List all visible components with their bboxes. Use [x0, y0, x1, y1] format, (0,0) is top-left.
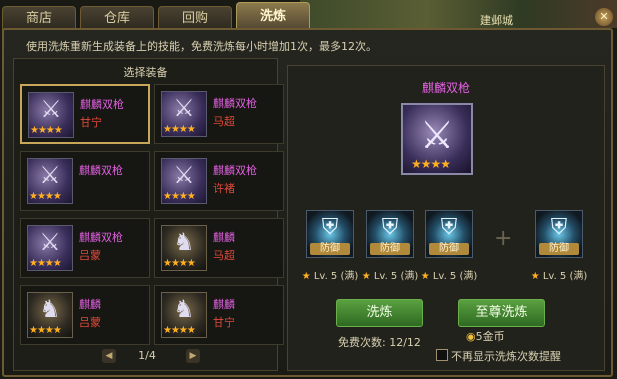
equipment-owner: 马超: [213, 249, 235, 262]
armored-warrior-icon: ♞ ★★★★: [161, 225, 207, 271]
close-icon[interactable]: ✕: [595, 8, 613, 26]
skill-level: ★ Lv. 5 (满): [301, 271, 359, 282]
skill-label: 防御: [429, 243, 469, 255]
armored-warrior-icon: ♞ ★★★★: [161, 292, 207, 338]
shield-icon[interactable]: ⛨ 防御: [306, 210, 354, 258]
next-page-button[interactable]: ▶: [186, 349, 200, 363]
equipment-owner: 吕蒙: [79, 249, 101, 262]
equipment-name: 麒麟双枪: [79, 164, 123, 177]
skill-label: 防御: [310, 243, 350, 255]
prev-page-button[interactable]: ◀: [102, 349, 116, 363]
no-remind-label: 不再显示洗炼次数提醒: [451, 350, 561, 363]
no-remind-option: 不再显示洗炼次数提醒: [436, 348, 561, 364]
star-icon: ★: [530, 271, 540, 282]
twin-spear-icon: ⚔ ★★★★: [161, 158, 207, 204]
twin-spear-icon: ⚔ ★★★★: [27, 225, 73, 271]
star-icon: ★: [301, 271, 311, 282]
shield-icon[interactable]: ⛨ 防御: [425, 210, 473, 258]
star-rating: ★★★★: [30, 125, 63, 136]
equipment-slot[interactable]: ⚔ ★★★★ 麒麟双枪: [20, 151, 150, 211]
gold-cost: ◉5金币: [466, 330, 505, 343]
shield-icon[interactable]: ⛨ 防御: [366, 210, 414, 258]
star-rating: ★★★★: [163, 258, 196, 269]
star-rating: ★★★★: [163, 124, 196, 135]
armored-warrior-icon: ♞ ★★★★: [27, 292, 73, 338]
equipment-name: 麒麟双枪: [80, 98, 124, 111]
equipment-select-title: 选择装备: [123, 66, 168, 79]
refine-detail-panel: 麒麟双枪 ⚔ ★★★★ ⛨ 防御 ⛨ 防御 ⛨ 防御 + ⛨ 防御 ★ Lv. …: [287, 65, 605, 371]
equipment-slot[interactable]: ♞ ★★★★ 麒麟 马超: [154, 218, 284, 278]
plus-icon: +: [494, 226, 513, 251]
map-town-label: 建邺城: [480, 14, 513, 27]
equipment-slot[interactable]: ⚔ ★★★★ 麒麟双枪 许褚: [154, 151, 284, 211]
equipment-name: 麒麟双枪: [79, 231, 123, 244]
tab-refine[interactable]: 洗炼: [236, 2, 310, 31]
twin-spear-icon: ⚔ ★★★★: [28, 92, 74, 138]
twin-spear-icon: ⚔ ★★★★: [27, 158, 73, 204]
equipment-select-panel: 选择装备 ⚔ ★★★★ 麒麟双枪 甘宁 ⚔ ★★★★ 麒麟双枪 马超 ⚔ ★★★★ 麒…: [13, 58, 284, 371]
equipment-slot[interactable]: ⚔ ★★★★ 麒麟双枪 甘宁: [20, 84, 150, 144]
gold-ingot-icon: ◉: [466, 330, 476, 343]
shield-icon[interactable]: ⛨ 防御: [535, 210, 583, 258]
equipment-name: 麒麟: [213, 231, 235, 244]
selected-equipment-name: 麒麟双枪: [421, 81, 470, 95]
equipment-name: 麒麟: [79, 298, 101, 311]
skill-level: ★ Lv. 5 (满): [530, 271, 588, 282]
equipment-owner: 吕蒙: [79, 316, 101, 329]
star-icon: ★: [420, 271, 430, 282]
twin-spear-icon: ⚔ ★★★★: [161, 91, 207, 137]
skill-label: 防御: [370, 243, 410, 255]
equipment-owner: 甘宁: [213, 316, 235, 329]
equipment-slot[interactable]: ⚔ ★★★★ 麒麟双枪 吕蒙: [20, 218, 150, 278]
page-indicator: 1/4: [138, 349, 156, 362]
skill-level: ★ Lv. 5 (满): [420, 271, 478, 282]
refine-info-text: 使用洗炼重新生成装备上的技能，免费洗炼每小时增加1次，最多12次。: [26, 40, 377, 53]
star-rating: ★★★★: [411, 157, 451, 171]
shop-tabs: 商店 仓库 回购 洗炼: [2, 2, 310, 31]
equipment-slot[interactable]: ⚔ ★★★★ 麒麟双枪 马超: [154, 84, 284, 144]
equipment-name: 麒麟: [213, 298, 235, 311]
refine-button[interactable]: 洗炼: [336, 299, 423, 327]
twin-spear-icon: ⚔ ★★★★: [401, 103, 473, 175]
equipment-owner: 许褚: [213, 182, 235, 195]
star-rating: ★★★★: [29, 191, 62, 202]
skill-level: ★ Lv. 5 (满): [361, 271, 419, 282]
equipment-owner: 马超: [213, 115, 235, 128]
world-map-background: 建邺城 ✕: [300, 0, 617, 28]
no-remind-checkbox[interactable]: [436, 349, 448, 361]
equipment-owner: 甘宁: [80, 116, 102, 129]
equipment-slot[interactable]: ♞ ★★★★ 麒麟 吕蒙: [20, 285, 150, 345]
star-rating: ★★★★: [29, 258, 62, 269]
free-refine-count: 免费次数: 12/12: [338, 336, 421, 349]
supreme-refine-button[interactable]: 至尊洗炼: [458, 299, 545, 327]
star-rating: ★★★★: [163, 325, 196, 336]
equipment-name: 麒麟双枪: [213, 164, 257, 177]
star-rating: ★★★★: [29, 325, 62, 336]
star-icon: ★: [361, 271, 371, 282]
star-rating: ★★★★: [163, 191, 196, 202]
skill-label: 防御: [539, 243, 579, 255]
equipment-slot[interactable]: ♞ ★★★★ 麒麟 甘宁: [154, 285, 284, 345]
equipment-name: 麒麟双枪: [213, 97, 257, 110]
